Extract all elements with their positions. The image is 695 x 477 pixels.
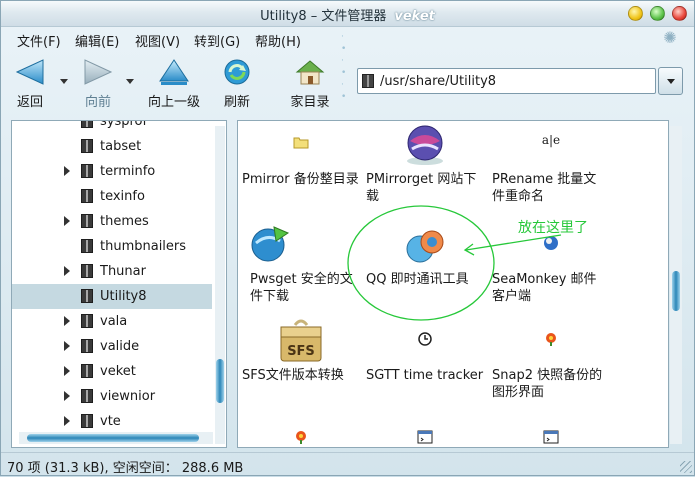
annotation-text: 放在这里了	[518, 220, 588, 236]
file-manager-window: Utility8 – 文件管理器 veket 文件(F) 编辑(E) 视图(V) …	[0, 0, 695, 476]
status-bar: 70 项 (31.3 kB), 空闲空间： 288.6 MB	[1, 452, 694, 476]
status-text: 70 项 (31.3 kB), 空闲空间： 288.6 MB	[7, 461, 244, 476]
annotation-circle	[347, 205, 495, 321]
annotation-overlay	[347, 205, 562, 321]
resize-grip[interactable]	[680, 461, 692, 473]
annotation-arrow	[465, 234, 562, 251]
